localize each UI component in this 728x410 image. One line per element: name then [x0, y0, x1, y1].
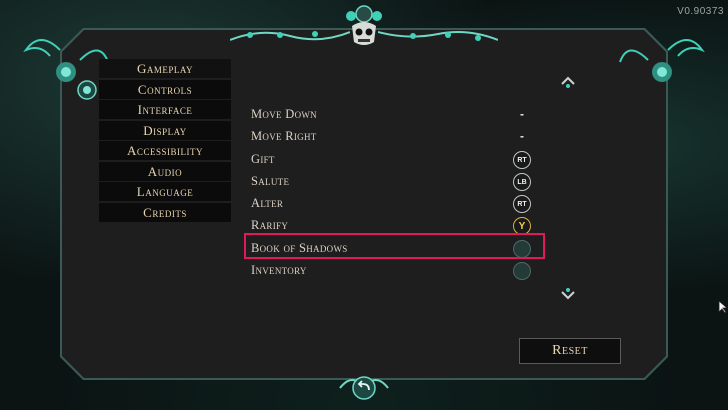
binding-action-label: Inventory [251, 263, 307, 278]
nav-selector-gem-icon [77, 80, 97, 100]
lb-button-icon: LB [513, 172, 531, 191]
left-garland-ornament [230, 31, 350, 41]
right-garland-ornament [378, 31, 498, 41]
binding-value: - [520, 129, 524, 144]
right-corner-ornament [619, 39, 705, 82]
settings-nav: Gameplay Controls Interface Display Acce… [99, 59, 231, 223]
binding-row[interactable]: Move Down - [251, 104, 541, 126]
scroll-down-icon[interactable] [560, 286, 576, 302]
binding-row[interactable]: Alter RT [251, 193, 541, 215]
selection-highlight [244, 233, 545, 259]
binding-action-label: Rarify [251, 218, 289, 233]
binding-action-label: Move Down [251, 107, 317, 121]
binding-row[interactable]: Gift RT [251, 149, 541, 171]
skull-crest-icon [346, 5, 382, 45]
nav-display[interactable]: Display [99, 120, 231, 140]
reset-button[interactable]: Reset [519, 338, 621, 364]
scroll-up-icon[interactable] [560, 74, 576, 90]
binding-action-label: Salute [251, 173, 290, 188]
binding-row[interactable]: Move Right - [251, 126, 541, 148]
nav-audio[interactable]: Audio [99, 161, 231, 181]
binding-row[interactable]: Inventory [251, 260, 541, 282]
binding-value: - [520, 107, 524, 121]
rt-button-icon: RT [513, 150, 531, 169]
binding-row[interactable]: Salute LB [251, 171, 541, 193]
nav-gameplay[interactable]: Gameplay [99, 59, 231, 78]
nav-credits[interactable]: Credits [99, 202, 231, 222]
unassigned-button-icon [513, 262, 531, 281]
back-icon[interactable] [336, 373, 392, 403]
binding-action-label: Move Right [251, 129, 317, 144]
nav-interface[interactable]: Interface [99, 100, 231, 119]
mouse-cursor-icon [718, 300, 728, 314]
nav-language[interactable]: Language [99, 182, 231, 201]
nav-accessibility[interactable]: Accessibility [99, 141, 231, 160]
binding-action-label: Alter [251, 196, 284, 211]
nav-controls[interactable]: Controls [99, 79, 231, 99]
rt-button-icon: RT [513, 195, 531, 214]
version-label: V0.90373 [677, 6, 724, 17]
binding-action-label: Gift [251, 151, 275, 166]
